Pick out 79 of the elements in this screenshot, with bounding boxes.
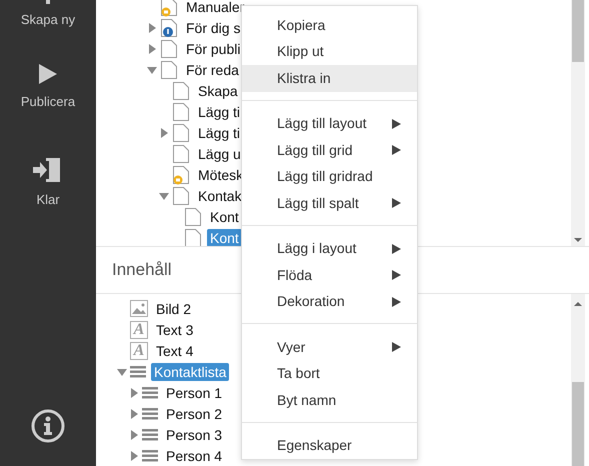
page-lock-icon (160, 0, 178, 16)
scrollbar[interactable] (571, 294, 585, 466)
expand-arrow-icon[interactable] (129, 408, 139, 418)
tree-item[interactable]: Person 1 (163, 384, 226, 402)
tree-item[interactable]: Kont (207, 228, 242, 246)
tree-item[interactable]: För dig s (183, 18, 244, 36)
menu-item[interactable]: Kopiera (242, 12, 417, 38)
submenu-arrow-icon (392, 145, 401, 156)
page-info-icon (160, 18, 178, 38)
menu-item[interactable]: Lägg till gridrad (242, 164, 417, 190)
submenu-arrow-icon (392, 118, 401, 129)
page-icon (184, 206, 202, 226)
expand-arrow-icon[interactable] (129, 450, 139, 460)
text-type-icon: A (130, 342, 148, 360)
menu-item[interactable]: Byt namn (242, 387, 417, 414)
tree-item[interactable]: Text 3 (153, 320, 196, 338)
sidebar-button[interactable]: Publicera (0, 62, 96, 111)
submenu-arrow-icon (392, 342, 401, 352)
expand-arrow-icon[interactable] (159, 128, 169, 138)
tree-item[interactable]: Bild 2 (153, 300, 194, 318)
menu-item[interactable]: Vyer (242, 334, 417, 360)
expand-arrow-icon[interactable] (147, 22, 157, 32)
submenu-arrow-icon (392, 244, 401, 254)
menu-item[interactable]: Lägg i layout (242, 236, 417, 262)
tree-item[interactable]: För reda (183, 60, 242, 78)
collapse-arrow-icon[interactable] (159, 190, 169, 200)
submenu-arrow-icon (392, 270, 401, 280)
list-icon (142, 386, 158, 400)
page-icon (160, 60, 178, 80)
list-icon (142, 406, 158, 420)
page-icon (172, 122, 190, 142)
submenu-arrow-icon (392, 296, 401, 307)
menu-item[interactable]: Lägg till grid (242, 137, 417, 164)
collapse-arrow-icon[interactable] (117, 366, 127, 376)
tree-item[interactable]: För publi (183, 40, 244, 58)
menu-item[interactable]: Ta bort (242, 360, 417, 387)
menu-item[interactable]: Klistra in (242, 65, 417, 92)
menu-item[interactable]: Egenskaper (242, 432, 417, 459)
tree-item[interactable]: Lägg u (195, 144, 244, 162)
image-icon (130, 300, 148, 317)
list-icon (142, 428, 158, 442)
tree-item[interactable]: Person 4 (163, 446, 226, 464)
page-icon (172, 80, 190, 100)
list-icon (142, 448, 158, 462)
submenu-arrow-icon (392, 198, 401, 208)
info-button[interactable] (31, 409, 65, 443)
scrollbar-thumb[interactable] (572, 382, 584, 466)
menu-item[interactable]: Flöda (242, 262, 417, 288)
scrollbar[interactable] (571, 0, 585, 246)
expand-arrow-icon[interactable] (147, 44, 157, 54)
menu-item[interactable]: Dekoration (242, 288, 417, 315)
tree-item[interactable]: Skapa (195, 82, 241, 100)
menu-item[interactable]: Lägg till layout (242, 110, 417, 137)
expand-arrow-icon[interactable] (129, 430, 139, 440)
tree-item[interactable]: Lägg ti (195, 124, 244, 142)
page-icon (172, 186, 190, 206)
tree-item[interactable]: Kontaktlista (151, 362, 230, 380)
tree-item[interactable]: Lägg ti (195, 102, 244, 120)
tree-item[interactable]: Person 3 (163, 426, 226, 444)
tree-item[interactable]: Kont (207, 208, 242, 226)
page-icon (160, 38, 178, 58)
menu-item[interactable]: Klipp ut (242, 38, 417, 65)
sidebar-button[interactable]: Skapa ny (0, 0, 96, 30)
page-lock-icon (172, 164, 190, 184)
info-icon (31, 409, 65, 443)
page-icon (172, 144, 190, 164)
page-icon (184, 228, 202, 246)
collapse-arrow-icon[interactable] (147, 64, 157, 74)
tree-item[interactable]: Kontak (195, 186, 245, 204)
text-type-icon: A (130, 320, 148, 338)
page-icon (172, 102, 190, 122)
play-icon (37, 62, 59, 86)
scrollbar-thumb[interactable] (572, 0, 584, 62)
menu-item[interactable]: Lägg till spalt (242, 190, 417, 216)
tree-item[interactable]: Person 2 (163, 404, 226, 422)
sidebar-button[interactable]: Klar (0, 156, 96, 210)
expand-arrow-icon[interactable] (129, 388, 139, 398)
tree-item[interactable]: Text 4 (153, 342, 196, 360)
list-icon (130, 364, 146, 378)
